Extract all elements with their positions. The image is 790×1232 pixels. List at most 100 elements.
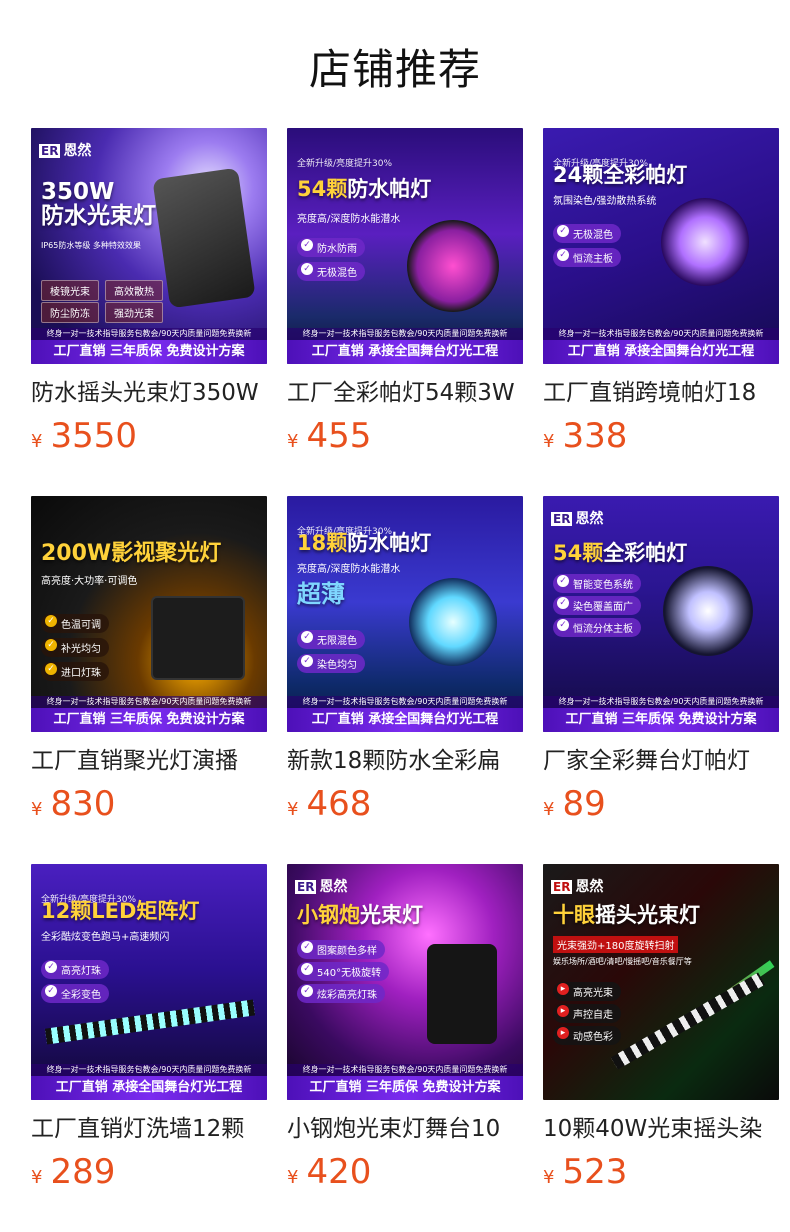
feature-chip: 全彩变色 bbox=[41, 984, 109, 1003]
product-image[interactable]: ER 恩然 十眼摇头光束灯 光束强劲+180度旋转扫射 娱乐场所/酒吧/清吧/慢摇… bbox=[543, 864, 779, 1100]
product-card[interactable]: 全新升级/亮度提升30% 24颗全彩帕灯 氛围染色/强劲散热系统 无极混色 恒流… bbox=[543, 128, 779, 456]
service-note: 终身一对一技术指导服务包教会/90天内质量问题免费换新 bbox=[287, 1064, 523, 1076]
feature-chip: 540°无极旋转 bbox=[297, 962, 390, 981]
product-card[interactable]: ER恩然 54颗全彩帕灯 智能变色系统 染色覆盖面广 恒流分体主板 终身一对一技… bbox=[543, 496, 779, 824]
product-card[interactable]: 200W影视聚光灯 高亮度·大功率·可调色 色温可调 补光均匀 进口灯珠 终身一… bbox=[31, 496, 267, 824]
par-lamp-graphic bbox=[661, 198, 749, 286]
subtitle: 氛围染色/强劲散热系统 bbox=[553, 196, 657, 207]
feature-chip: 恒流主板 bbox=[553, 248, 621, 267]
headline: 十眼摇头光束灯 bbox=[553, 903, 700, 927]
product-card[interactable]: 全新升级/亮度提升30% 54颗防水帕灯 亮度高/深度防水能潜水 防水防雨 无极… bbox=[287, 128, 523, 456]
product-image[interactable]: ER恩然 小钢炮光束灯 图案颜色多样 540°无极旋转 炫彩高亮灯珠 终身一对一… bbox=[287, 864, 523, 1100]
product-name[interactable]: 防水摇头光束灯350W bbox=[31, 378, 267, 408]
product-name[interactable]: 工厂直销跨境帕灯18 bbox=[543, 378, 779, 408]
feature-chip: 恒流分体主板 bbox=[553, 618, 641, 637]
promo-banner: 工厂直销 承接全国舞台灯光工程 bbox=[287, 340, 523, 364]
product-price: ¥523 bbox=[543, 1152, 628, 1192]
headline: 54颗防水帕灯 bbox=[297, 177, 432, 201]
feature-chip: 炫彩高亮灯珠 bbox=[297, 984, 385, 1003]
product-name[interactable]: 厂家全彩舞台灯帕灯 bbox=[543, 746, 779, 776]
brand-logo: ER 恩然 bbox=[39, 143, 92, 159]
feature-chip: 染色覆盖面广 bbox=[553, 596, 641, 615]
promo-banner: 工厂直销 三年质保 免费设计方案 bbox=[31, 340, 267, 364]
spotlight-graphic bbox=[151, 596, 245, 680]
par-lamp-graphic bbox=[409, 578, 497, 666]
product-name[interactable]: 小钢炮光束灯舞台10 bbox=[287, 1114, 523, 1144]
feature-chip: 强劲光束 bbox=[105, 302, 163, 323]
headline: 350W 防水光束灯 bbox=[41, 179, 156, 230]
headline: 200W影视聚光灯 bbox=[41, 541, 222, 566]
product-card[interactable]: ER 恩然 十眼摇头光束灯 光束强劲+180度旋转扫射 娱乐场所/酒吧/清吧/慢摇… bbox=[543, 864, 779, 1192]
product-price: ¥830 bbox=[31, 784, 116, 824]
feature-chip: 无极混色 bbox=[553, 224, 621, 243]
service-note: 终身一对一技术指导服务包教会/90天内质量问题免费换新 bbox=[287, 328, 523, 340]
product-name[interactable]: 10颗40W光束摇头染 bbox=[543, 1114, 779, 1144]
service-note: 终身一对一技术指导服务包教会/90天内质量问题免费换新 bbox=[543, 328, 779, 340]
headline: 24颗全彩帕灯 bbox=[553, 163, 688, 187]
feature-chip: 无极混色 bbox=[297, 262, 365, 281]
feature-chip: 动感色彩 bbox=[553, 1026, 621, 1045]
moving-head-lamp-graphic bbox=[152, 167, 256, 309]
service-note: 终身一对一技术指导服务包教会/90天内质量问题免费换新 bbox=[287, 696, 523, 708]
product-price: ¥338 bbox=[543, 416, 628, 456]
product-price: ¥289 bbox=[31, 1152, 116, 1192]
feature-chip: 声控自走 bbox=[553, 1004, 621, 1023]
headline: 小钢炮光束灯 bbox=[297, 903, 423, 927]
feature-chip: 高亮光束 bbox=[553, 982, 621, 1001]
headline: 54颗全彩帕灯 bbox=[553, 541, 688, 565]
feature-chip: 染色均匀 bbox=[297, 654, 365, 673]
feature-chip: 进口灯珠 bbox=[41, 662, 109, 681]
promo-banner: 工厂直销 三年质保 免费设计方案 bbox=[31, 708, 267, 732]
par-lamp-graphic bbox=[663, 566, 753, 656]
product-price: ¥468 bbox=[287, 784, 372, 824]
feature-chip: 色温可调 bbox=[41, 614, 109, 633]
feature-chip: 棱镜光束 bbox=[41, 280, 99, 301]
feature-chip: 防尘防冻 bbox=[41, 302, 99, 323]
service-note: 终身一对一技术指导服务包教会/90天内质量问题免费换新 bbox=[543, 696, 779, 708]
promo-banner: 工厂直销 三年质保 免费设计方案 bbox=[543, 708, 779, 732]
promo-banner: 工厂直销 承接全国舞台灯光工程 bbox=[31, 1076, 267, 1100]
promo-banner: 工厂直销 承接全国舞台灯光工程 bbox=[287, 708, 523, 732]
feature-chip: 图案颜色多样 bbox=[297, 940, 385, 959]
feature-chip: 高效散热 bbox=[105, 280, 163, 301]
product-image[interactable]: 200W影视聚光灯 高亮度·大功率·可调色 色温可调 补光均匀 进口灯珠 终身一… bbox=[31, 496, 267, 732]
product-price: ¥89 bbox=[543, 784, 606, 824]
product-price: ¥3550 bbox=[31, 416, 137, 456]
service-note: 终身一对一技术指导服务包教会/90天内质量问题免费换新 bbox=[31, 328, 267, 340]
product-name[interactable]: 新款18颗防水全彩扁 bbox=[287, 746, 523, 776]
product-price: ¥455 bbox=[287, 416, 372, 456]
headline: 18颗防水帕灯 bbox=[297, 531, 432, 555]
product-image[interactable]: ER恩然 54颗全彩帕灯 智能变色系统 染色覆盖面广 恒流分体主板 终身一对一技… bbox=[543, 496, 779, 732]
service-note: 终身一对一技术指导服务包教会/90天内质量问题免费换新 bbox=[31, 1064, 267, 1076]
product-name[interactable]: 工厂直销聚光灯演播 bbox=[31, 746, 267, 776]
par-lamp-graphic bbox=[407, 220, 499, 312]
subtitle: 全彩酷炫变色跑马+高速频闪 bbox=[41, 932, 170, 943]
product-card[interactable]: 全新升级/亮度提升30% 18颗防水帕灯 亮度高/深度防水能潜水 超薄 无限混色… bbox=[287, 496, 523, 824]
promo-text: 全新升级/亮度提升30% bbox=[297, 159, 393, 169]
subtitle: 光束强劲+180度旋转扫射 bbox=[553, 936, 679, 953]
feature-chip: 补光均匀 bbox=[41, 638, 109, 657]
subtitle: IP65防水等级 多种特效效果 bbox=[41, 241, 141, 250]
product-card[interactable]: ER恩然 小钢炮光束灯 图案颜色多样 540°无极旋转 炫彩高亮灯珠 终身一对一… bbox=[287, 864, 523, 1192]
product-image[interactable]: ER 恩然 350W 防水光束灯 IP65防水等级 多种特效效果 棱镜光束 高效散热… bbox=[31, 128, 267, 364]
product-card[interactable]: 全新升级/亮度提升30% 12颗LED矩阵灯 全彩酷炫变色跑马+高速频闪 高亮灯… bbox=[31, 864, 267, 1192]
promo-banner: 工厂直销 承接全国舞台灯光工程 bbox=[543, 340, 779, 364]
product-name[interactable]: 工厂直销灯洗墙12颗 bbox=[31, 1114, 267, 1144]
product-price: ¥420 bbox=[287, 1152, 372, 1192]
beam-lamp-graphic bbox=[427, 944, 497, 1044]
product-name[interactable]: 工厂全彩帕灯54颗3W bbox=[287, 378, 523, 408]
brand-logo: ER 恩然 bbox=[551, 879, 604, 895]
subtitle: 亮度高/深度防水能潜水 bbox=[297, 564, 401, 575]
product-image[interactable]: 全新升级/亮度提升30% 54颗防水帕灯 亮度高/深度防水能潜水 防水防雨 无极… bbox=[287, 128, 523, 364]
service-note: 终身一对一技术指导服务包教会/90天内质量问题免费换新 bbox=[31, 696, 267, 708]
brand-logo: ER 恩然 bbox=[551, 511, 604, 527]
product-image[interactable]: 全新升级/亮度提升30% 24颗全彩帕灯 氛围染色/强劲散热系统 无极混色 恒流… bbox=[543, 128, 779, 364]
feature-chip: 高亮灯珠 bbox=[41, 960, 109, 979]
brand-logo: ER 恩然 bbox=[295, 879, 348, 895]
venue-text: 娱乐场所/酒吧/清吧/慢摇吧/音乐餐厅等 bbox=[553, 957, 692, 966]
product-image[interactable]: 全新升级/亮度提升30% 18颗防水帕灯 亮度高/深度防水能潜水 超薄 无限混色… bbox=[287, 496, 523, 732]
page-title: 店铺推荐 bbox=[308, 45, 481, 94]
product-image[interactable]: 全新升级/亮度提升30% 12颗LED矩阵灯 全彩酷炫变色跑马+高速频闪 高亮灯… bbox=[31, 864, 267, 1100]
product-card[interactable]: ER 恩然 350W 防水光束灯 IP65防水等级 多种特效效果 棱镜光束 高效散热… bbox=[31, 128, 267, 456]
subtitle: 高亮度·大功率·可调色 bbox=[41, 576, 138, 587]
